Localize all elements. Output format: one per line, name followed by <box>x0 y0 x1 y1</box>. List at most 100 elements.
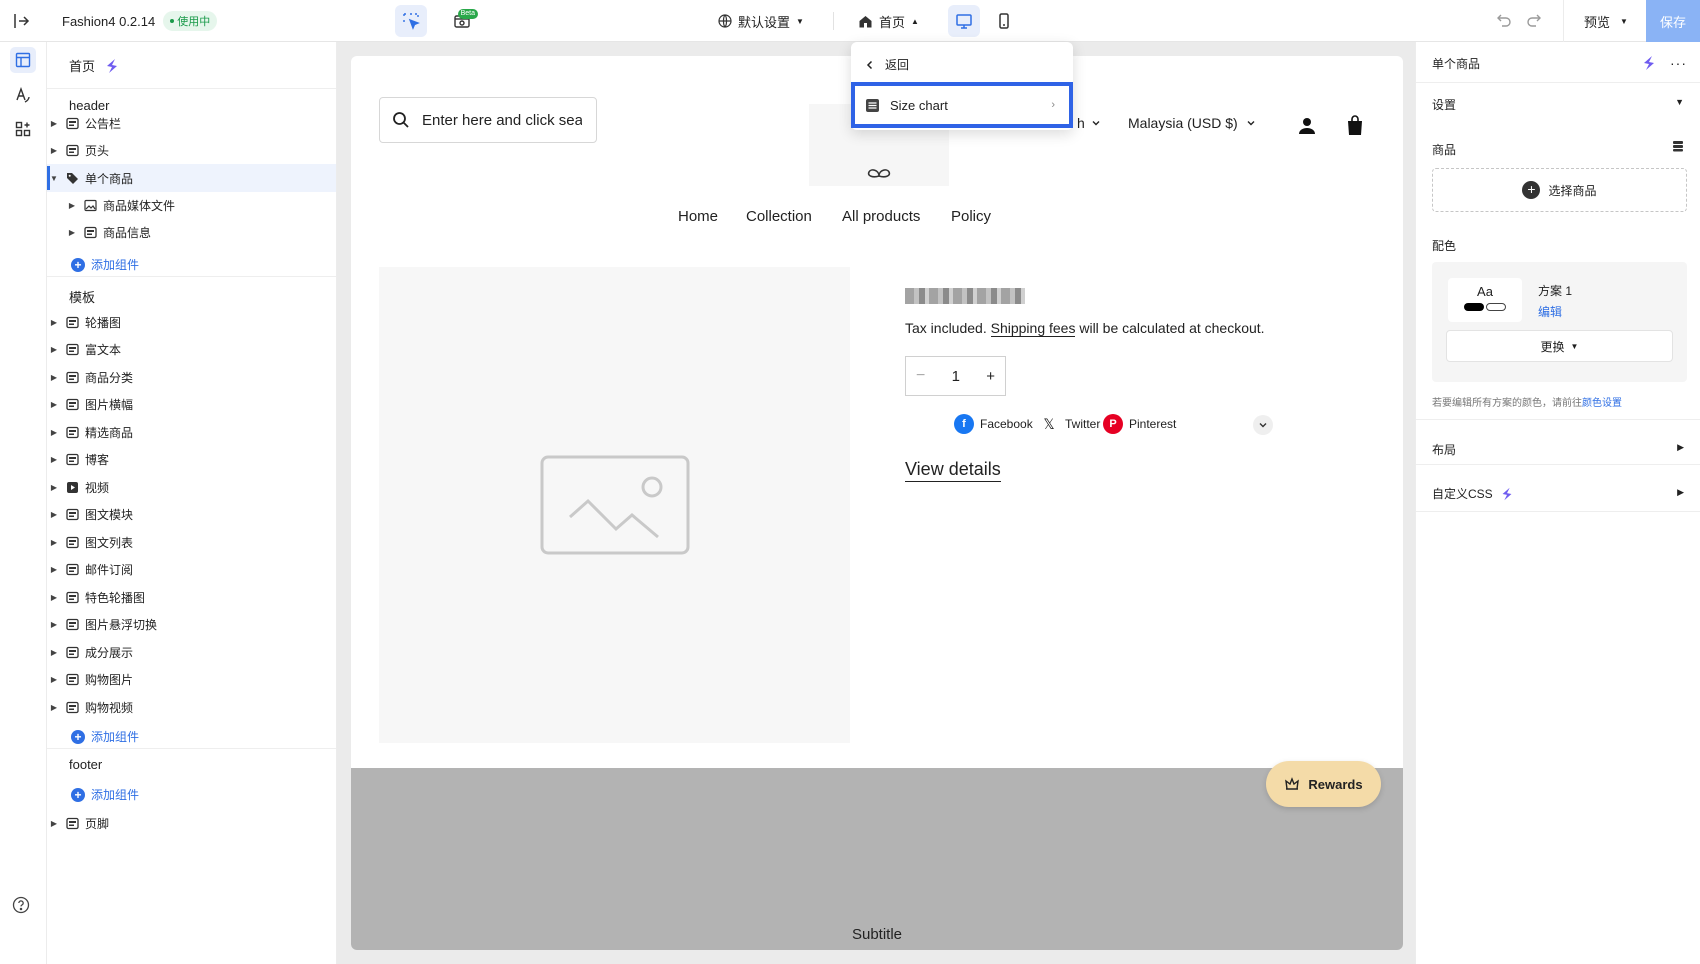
redo-button[interactable] <box>1526 12 1542 28</box>
exit-editor-icon[interactable] <box>12 10 34 32</box>
tree-item-single-product[interactable]: ▼ 单个商品 <box>47 164 336 192</box>
quantity-stepper[interactable]: − 1 + <box>905 356 1006 396</box>
tree-item-template-9[interactable]: ▶ 图文列表 <box>47 528 336 556</box>
share-facebook[interactable]: f Facebook <box>954 414 1033 434</box>
caret-right-icon[interactable]: ▶ <box>49 345 59 354</box>
caret-down-icon[interactable]: ▼ <box>1675 97 1684 107</box>
tree-item-product-info[interactable]: ▶ 商品信息 <box>47 219 336 247</box>
share-pinterest[interactable]: P Pinterest <box>1103 414 1176 434</box>
share-more-button[interactable] <box>1253 415 1273 435</box>
database-icon[interactable] <box>1672 140 1684 154</box>
increase-quantity-button[interactable]: + <box>986 368 995 385</box>
mobile-view-button[interactable] <box>988 5 1020 37</box>
caret-right-icon[interactable]: ▶ <box>49 538 59 547</box>
ai-sparkle-icon[interactable] <box>1640 54 1658 72</box>
more-options-icon[interactable]: ··· <box>1670 55 1687 71</box>
caret-right-icon[interactable]: ▶ <box>49 455 59 464</box>
layout-section-toggle[interactable]: 布局 <box>1432 441 1456 458</box>
tree-item-template-7[interactable]: ▶ 视频 <box>47 473 336 501</box>
caret-right-icon[interactable]: ▶ <box>49 565 59 574</box>
product-media-placeholder[interactable] <box>379 267 850 743</box>
nav-link-all-products[interactable]: All products <box>842 208 920 225</box>
change-scheme-button[interactable]: 更换 ▼ <box>1446 330 1673 362</box>
nav-link-policy[interactable]: Policy <box>951 208 991 225</box>
tree-item-template-5[interactable]: ▶ 精选商品 <box>47 418 336 446</box>
color-settings-link[interactable]: 颜色设置 <box>1582 398 1622 409</box>
preview-button[interactable]: 预览 ▼ <box>1584 0 1628 42</box>
nav-link-collection[interactable]: Collection <box>746 208 812 225</box>
store-search-box[interactable] <box>379 97 597 143</box>
sections-tab[interactable] <box>10 47 36 73</box>
add-component-button[interactable]: + 添加组件 <box>71 786 139 803</box>
shipping-fees-link[interactable]: Shipping fees <box>990 320 1076 337</box>
view-details-link[interactable]: View details <box>905 459 1001 482</box>
caret-right-icon[interactable]: ▶ <box>67 201 77 210</box>
tree-item-template-2[interactable]: ▶ 富文本 <box>47 336 336 364</box>
caret-right-icon[interactable]: ▶ <box>49 318 59 327</box>
caret-right-icon[interactable]: ▶ <box>49 510 59 519</box>
cart-bag-icon[interactable] <box>1345 114 1365 139</box>
tree-item-footer[interactable]: ▶ 页脚 <box>47 809 336 837</box>
caret-right-icon[interactable]: ▶ <box>49 428 59 437</box>
caret-right-icon[interactable]: ▶ <box>49 620 59 629</box>
dropdown-item-size-chart[interactable]: Size chart › <box>851 82 1073 128</box>
banner-section[interactable] <box>351 768 1403 950</box>
save-button[interactable]: 保存 <box>1646 0 1700 42</box>
caret-right-icon[interactable]: ▶ <box>49 675 59 684</box>
caret-right-icon[interactable]: ▶ <box>49 146 59 155</box>
help-icon[interactable] <box>12 896 30 917</box>
caret-right-icon[interactable]: ▶ <box>1677 442 1684 453</box>
add-component-button[interactable]: + 添加组件 <box>71 256 139 273</box>
share-twitter[interactable]: 𝕏 Twitter <box>1039 414 1100 434</box>
caret-right-icon[interactable]: ▶ <box>49 703 59 712</box>
caret-right-icon[interactable]: ▶ <box>67 228 77 237</box>
caret-right-icon[interactable]: ▶ <box>49 373 59 382</box>
tree-item-template-10[interactable]: ▶ 邮件订阅 <box>47 556 336 584</box>
store-language-select[interactable]: h <box>1077 115 1101 131</box>
caret-right-icon[interactable]: ▶ <box>49 593 59 602</box>
caret-right-icon[interactable]: ▶ <box>49 648 59 657</box>
tree-item-announcement-bar[interactable]: ▶ 公告栏 <box>47 109 336 137</box>
caret-right-icon[interactable]: ▶ <box>49 400 59 409</box>
select-product-button[interactable]: + 选择商品 <box>1432 168 1687 212</box>
caret-right-icon[interactable]: ▶ <box>1677 487 1684 498</box>
tree-item-template-13[interactable]: ▶ 成分展示 <box>47 638 336 666</box>
store-search-input[interactable] <box>422 111 582 129</box>
caret-right-icon[interactable]: ▶ <box>49 819 59 828</box>
tree-item-template-8[interactable]: ▶ 图文模块 <box>47 501 336 529</box>
caret-right-icon[interactable]: ▶ <box>49 483 59 492</box>
rewards-launcher-button[interactable]: Rewards <box>1266 761 1381 807</box>
tree-item-header[interactable]: ▶ 页头 <box>47 137 336 165</box>
tree-item-template-12[interactable]: ▶ 图片悬浮切换 <box>47 611 336 639</box>
inspector-tool-button[interactable] <box>395 5 427 37</box>
caret-down-icon[interactable]: ▼ <box>49 174 59 183</box>
store-currency-select[interactable]: Malaysia (USD $) <box>1128 115 1256 131</box>
tree-item-template-14[interactable]: ▶ 购物图片 <box>47 666 336 694</box>
settings-section-toggle[interactable]: 设置 <box>1432 96 1456 113</box>
undo-button[interactable] <box>1496 12 1512 28</box>
color-scheme-swatch[interactable]: Aa <box>1448 278 1522 322</box>
add-component-button[interactable]: + 添加组件 <box>71 728 139 745</box>
ai-sparkle-icon[interactable] <box>103 57 121 75</box>
custom-css-section-toggle[interactable]: 自定义CSS <box>1432 485 1515 502</box>
preview-mode-button[interactable]: Beta <box>446 5 478 37</box>
language-select[interactable]: 默认设置 ▼ <box>718 0 804 42</box>
dropdown-back-button[interactable]: 返回 <box>865 56 909 73</box>
tree-item-template-3[interactable]: ▶ 商品分类 <box>47 363 336 391</box>
edit-scheme-link[interactable]: 编辑 <box>1538 303 1562 320</box>
tree-item-template-6[interactable]: ▶ 博客 <box>47 446 336 474</box>
tree-item-template-4[interactable]: ▶ 图片横幅 <box>47 391 336 419</box>
desktop-view-button[interactable] <box>948 5 980 37</box>
page-select[interactable]: 首页 ▲ <box>858 0 919 42</box>
account-icon[interactable] <box>1297 116 1317 139</box>
caret-right-icon[interactable]: ▶ <box>49 119 59 128</box>
tree-item-product-media[interactable]: ▶ 商品媒体文件 <box>47 191 336 219</box>
quantity-value[interactable]: 1 <box>952 368 960 385</box>
apps-tab[interactable] <box>10 116 36 142</box>
nav-link-home[interactable]: Home <box>678 208 718 225</box>
theme-styles-tab[interactable] <box>10 82 36 108</box>
tree-item-template-11[interactable]: ▶ 特色轮播图 <box>47 583 336 611</box>
tree-item-template-15[interactable]: ▶ 购物视频 <box>47 693 336 721</box>
tree-item-template-1[interactable]: ▶ 轮播图 <box>47 308 336 336</box>
decrease-quantity-button[interactable]: − <box>916 367 925 385</box>
